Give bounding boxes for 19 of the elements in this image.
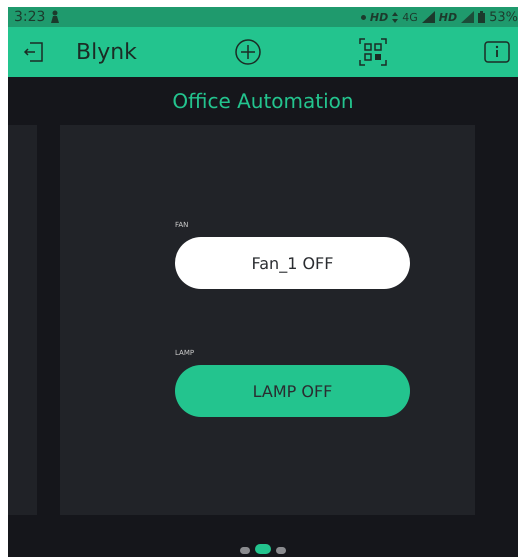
info-icon[interactable] bbox=[484, 40, 510, 64]
battery-percent: 53% bbox=[489, 10, 518, 24]
data-arrows-icon bbox=[392, 12, 398, 22]
toggle-button[interactable]: Fan_1 OFF bbox=[175, 237, 410, 289]
project-title: Office Automation bbox=[172, 89, 354, 113]
battery-icon bbox=[478, 11, 486, 23]
network-type: 4G bbox=[402, 10, 418, 24]
signal-icon bbox=[461, 11, 474, 23]
notification-dot-icon bbox=[360, 14, 366, 20]
person-icon bbox=[49, 10, 62, 24]
qr-code-icon[interactable] bbox=[358, 38, 387, 66]
signal-icon bbox=[422, 11, 435, 23]
network-label: HD bbox=[370, 10, 388, 24]
app-title: Blynk bbox=[76, 40, 137, 64]
toggle-button[interactable]: LAMP OFF bbox=[175, 365, 410, 417]
status-time: 3:23 bbox=[14, 9, 46, 25]
logout-icon[interactable] bbox=[22, 40, 46, 64]
network-label: HD bbox=[438, 10, 458, 24]
add-icon[interactable] bbox=[234, 38, 262, 66]
